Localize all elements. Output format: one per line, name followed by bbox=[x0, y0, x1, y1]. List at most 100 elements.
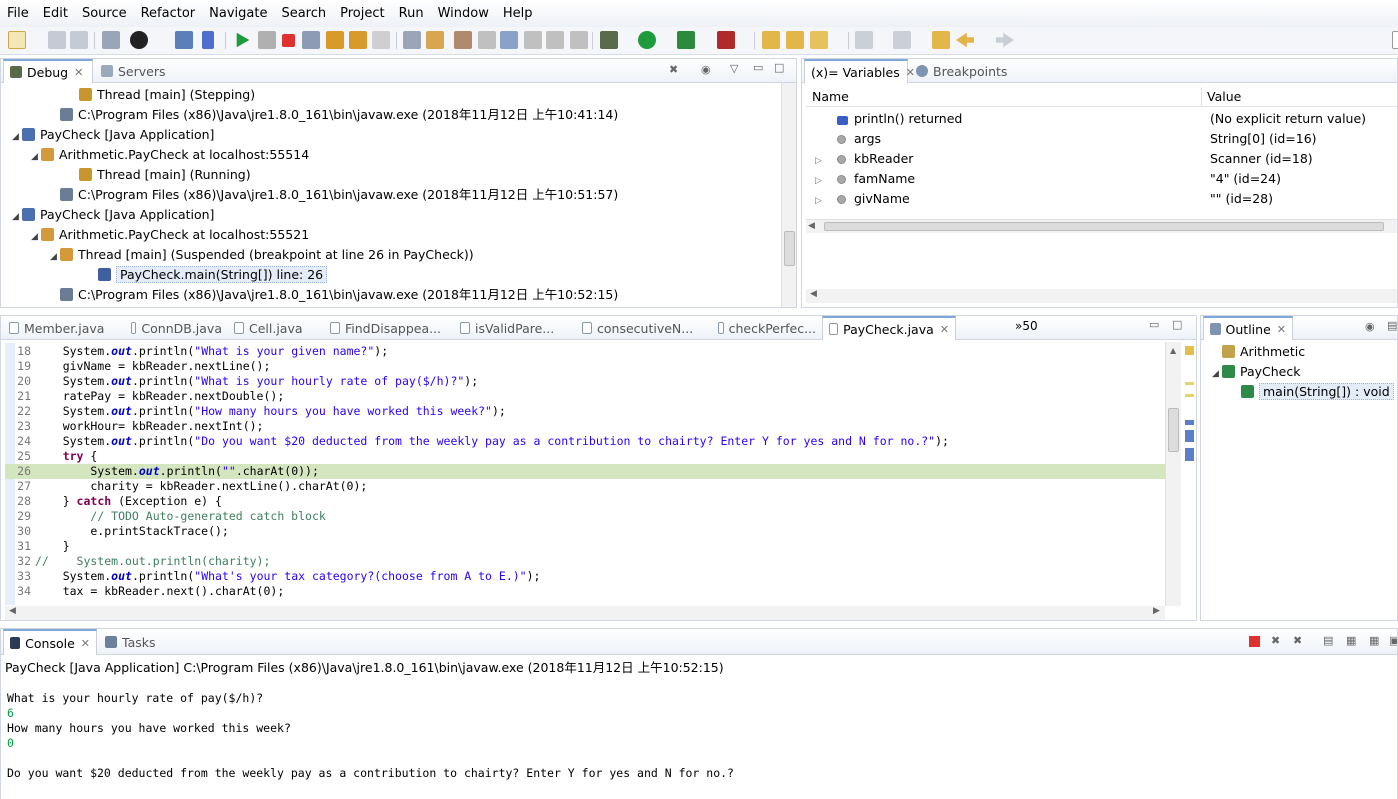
close-icon[interactable]: ✕ bbox=[940, 323, 949, 336]
code-line[interactable]: 25 try { bbox=[5, 449, 1165, 464]
resume-icon[interactable] bbox=[236, 32, 250, 48]
remove-launch-icon[interactable]: ✖ bbox=[1271, 634, 1280, 647]
editor-tab[interactable]: FindDisappea... bbox=[324, 316, 454, 340]
chevron-down-icon[interactable]: ▽ bbox=[730, 62, 738, 75]
menu-file[interactable]: File bbox=[0, 6, 36, 21]
menu-search[interactable]: Search bbox=[274, 6, 333, 21]
expand-toggle-icon[interactable]: ◢ bbox=[31, 147, 41, 167]
disconnect-icon[interactable] bbox=[302, 31, 320, 49]
variable-row[interactable]: ▷ kbReader Scanner (id=18) bbox=[806, 149, 1397, 169]
code-line[interactable]: 23 workHour= kbReader.nextInt(); bbox=[5, 419, 1165, 434]
last-edit-icon[interactable] bbox=[932, 31, 950, 49]
variable-row[interactable]: ▷ givName "" (id=28) bbox=[806, 189, 1397, 211]
scroll-thumb[interactable] bbox=[784, 231, 795, 266]
code-line[interactable]: 26 System.out.println("".charAt(0)); bbox=[5, 464, 1165, 479]
back-icon[interactable] bbox=[956, 32, 974, 48]
warning-marker[interactable] bbox=[1185, 346, 1194, 355]
scroll-thumb[interactable] bbox=[1168, 408, 1179, 452]
scroll-thumb[interactable] bbox=[824, 222, 1384, 231]
editor-tab[interactable]: checkPerfec... bbox=[712, 316, 822, 340]
detail-hscrollbar[interactable]: ◀ bbox=[806, 289, 1397, 303]
code-line[interactable]: 22 System.out.println("How many hours yo… bbox=[5, 404, 1165, 419]
tab-servers[interactable]: Servers bbox=[95, 59, 172, 83]
tree-item[interactable]: C:\Program Files (x86)\Java\jre1.8.0_161… bbox=[1, 185, 618, 205]
expand-toggle-icon[interactable]: ◢ bbox=[31, 227, 41, 247]
code-line[interactable]: 21 ratePay = kbReader.nextDouble(); bbox=[5, 389, 1165, 404]
save-all-icon[interactable] bbox=[70, 31, 88, 49]
tree-item[interactable]: ◢ PayCheck [Java Application] bbox=[1, 125, 214, 145]
menu-project[interactable]: Project bbox=[333, 6, 391, 21]
expand-toggle-icon[interactable]: ▷ bbox=[815, 191, 829, 211]
search-marker[interactable] bbox=[1185, 448, 1194, 461]
variable-row[interactable]: args String[0] (id=16) bbox=[806, 129, 1397, 149]
perspective-icon[interactable] bbox=[1392, 31, 1398, 49]
menu-navigate[interactable]: Navigate bbox=[202, 6, 274, 21]
clear-console-icon[interactable]: ▤ bbox=[1323, 634, 1333, 647]
step-over-icon[interactable] bbox=[349, 31, 367, 49]
menu-help[interactable]: Help bbox=[496, 6, 540, 21]
expand-toggle-icon[interactable]: ◢ bbox=[1212, 364, 1222, 384]
editor-vscrollbar[interactable]: ▲ bbox=[1165, 342, 1181, 606]
tree-item[interactable]: C:\Program Files (x86)\Java\jre1.8.0_161… bbox=[1, 285, 618, 305]
external-tools-icon[interactable] bbox=[717, 31, 735, 49]
variable-row[interactable]: println() returned (No explicit return va… bbox=[806, 109, 1397, 129]
suspend-icon[interactable] bbox=[258, 31, 276, 49]
column-name[interactable]: Name bbox=[812, 87, 849, 107]
occurrence-marker[interactable] bbox=[1185, 382, 1194, 385]
step-into-icon[interactable] bbox=[326, 31, 344, 49]
scroll-lock-icon[interactable]: ▦ bbox=[1346, 634, 1356, 647]
new-icon[interactable] bbox=[8, 31, 26, 49]
code-line[interactable]: 32 // System.out.println(charity); bbox=[5, 554, 1165, 569]
search-icon[interactable] bbox=[810, 31, 828, 49]
skip-breakpoints-icon[interactable] bbox=[202, 31, 214, 49]
expand-toggle-icon[interactable]: ◢ bbox=[12, 207, 22, 227]
step-return-icon[interactable] bbox=[372, 31, 390, 49]
debug-scrollbar[interactable] bbox=[781, 83, 796, 307]
code-line[interactable]: 27 charity = kbReader.nextLine().charAt(… bbox=[5, 479, 1165, 494]
menu-edit[interactable]: Edit bbox=[36, 6, 75, 21]
code-line[interactable]: 19 givName = kbReader.nextLine(); bbox=[5, 359, 1165, 374]
terminate-icon[interactable] bbox=[1249, 636, 1260, 647]
occurrence-marker[interactable] bbox=[1185, 394, 1194, 397]
expand-toggle-icon[interactable]: ◢ bbox=[12, 127, 22, 147]
code-line[interactable]: 30 e.printStackTrace(); bbox=[5, 524, 1165, 539]
tree-item[interactable]: C:\Program Files (x86)\Java\jre1.8.0_161… bbox=[1, 105, 618, 125]
menu-window[interactable]: Window bbox=[431, 6, 496, 21]
menu-source[interactable]: Source bbox=[75, 6, 134, 21]
debug-icon[interactable] bbox=[600, 31, 618, 49]
pin-console-icon[interactable]: ▦ bbox=[1369, 634, 1379, 647]
column-divider[interactable] bbox=[1201, 87, 1202, 107]
tab-variables[interactable]: (x)= Variables ✕ bbox=[804, 59, 915, 83]
toggle-icon[interactable] bbox=[524, 31, 542, 49]
code-line[interactable]: 18 System.out.println("What is your give… bbox=[5, 344, 1165, 359]
watch-icon[interactable] bbox=[500, 31, 518, 49]
column-value[interactable]: Value bbox=[1207, 87, 1241, 107]
variable-row[interactable]: ▷ famName "4" (id=24) bbox=[806, 169, 1397, 191]
copy-stack-icon[interactable] bbox=[546, 31, 564, 49]
code-line[interactable]: 24 System.out.println("Do you want $20 d… bbox=[5, 434, 1165, 449]
tree-item[interactable]: ◢ Arithmetic.PayCheck at localhost:55514 bbox=[1, 145, 309, 165]
display-icon[interactable] bbox=[478, 31, 496, 49]
menu-refactor[interactable]: Refactor bbox=[134, 6, 203, 21]
scroll-left-icon[interactable]: ◀ bbox=[810, 289, 817, 299]
code-line[interactable]: 31 } bbox=[5, 539, 1165, 554]
close-icon[interactable]: ✕ bbox=[1277, 323, 1286, 336]
tree-item[interactable]: PayCheck.main(String[]) line: 26 bbox=[1, 265, 328, 285]
terminate-icon[interactable] bbox=[282, 34, 295, 47]
tree-item[interactable]: Thread [main] (Stepping) bbox=[1, 85, 255, 105]
variables-hscrollbar[interactable]: ◀ bbox=[806, 219, 1397, 233]
code-line[interactable]: 28 } catch (Exception e) { bbox=[5, 494, 1165, 509]
browser-icon[interactable] bbox=[130, 31, 148, 49]
binary-icon[interactable] bbox=[102, 31, 120, 49]
close-icon[interactable]: ✕ bbox=[81, 637, 90, 650]
expand-toggle-icon[interactable]: ▷ bbox=[815, 171, 829, 191]
tab-tasks[interactable]: Tasks bbox=[99, 629, 162, 655]
scroll-left-icon[interactable]: ◀ bbox=[808, 221, 815, 231]
editor-tab[interactable]: consecutiveN... bbox=[576, 316, 712, 340]
scroll-up-icon[interactable]: ▲ bbox=[1170, 346, 1176, 355]
paragraph-icon[interactable] bbox=[570, 31, 588, 49]
hide-fields-icon[interactable]: ▤ bbox=[1387, 319, 1397, 332]
code-line[interactable]: 29 // TODO Auto-generated catch block bbox=[5, 509, 1165, 524]
menu-run[interactable]: Run bbox=[392, 6, 431, 21]
tree-item[interactable]: Arithmetic bbox=[1201, 342, 1305, 362]
